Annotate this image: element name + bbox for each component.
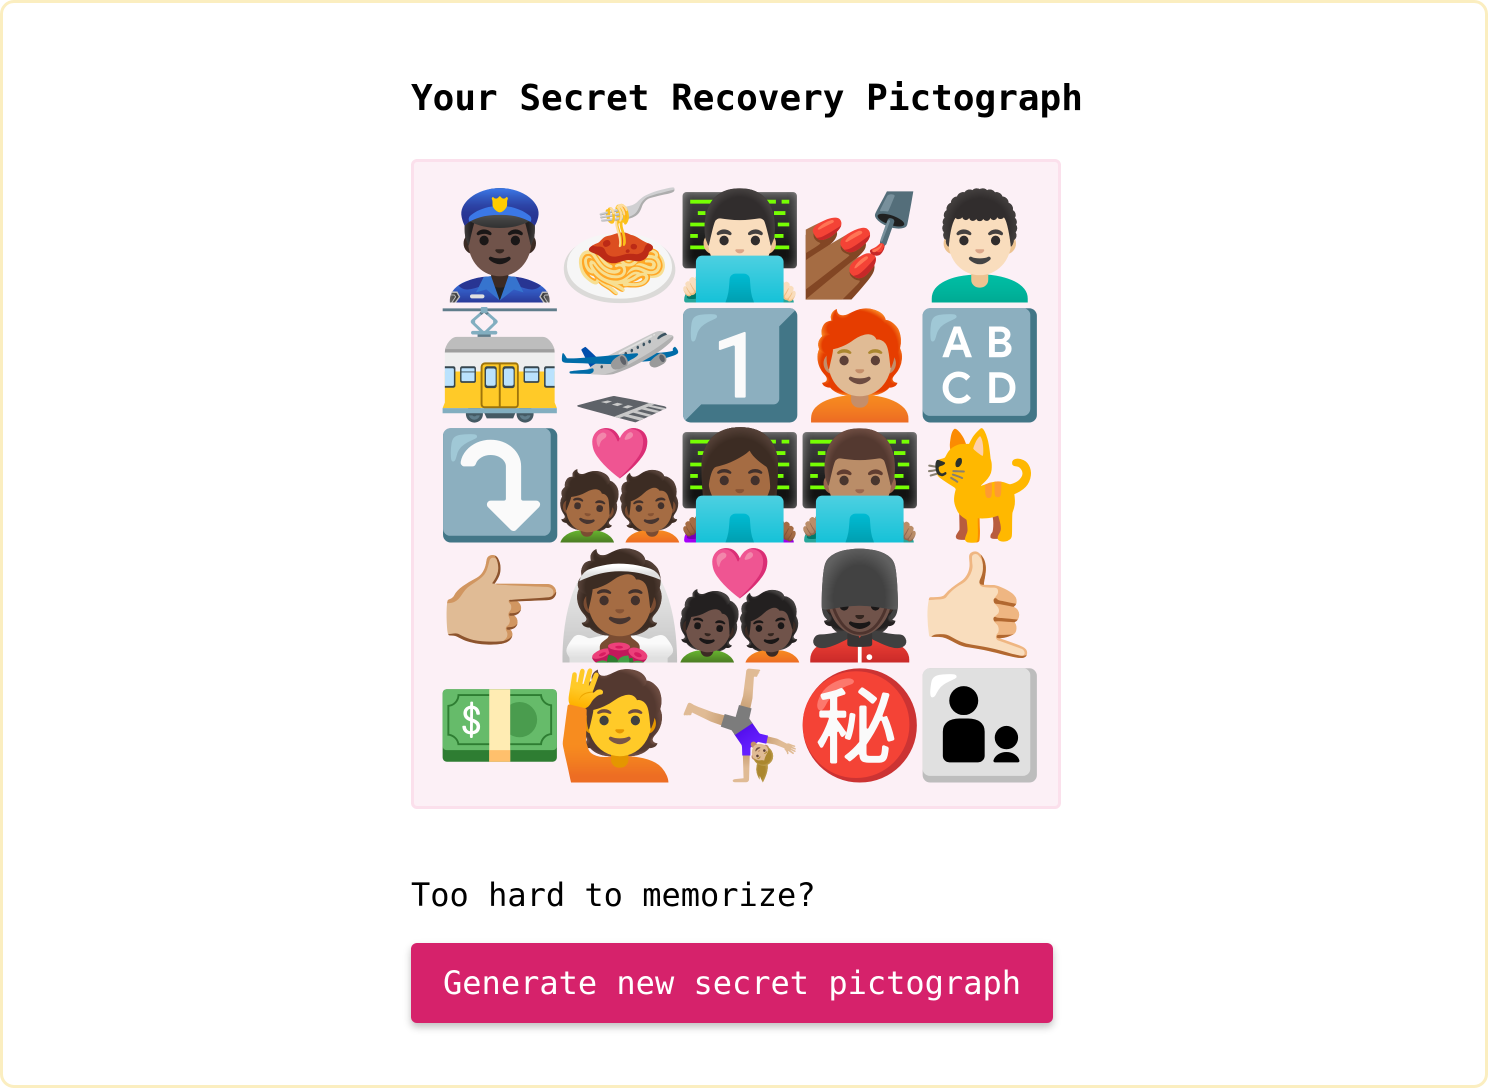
generate-pictograph-button[interactable]: Generate new secret pictograph [411,943,1053,1023]
spaghetti-icon: 🍝 [555,184,685,306]
page-title: Your Secret Recovery Pictograph [411,78,1083,119]
person-raising-hand-icon: 🙋 [555,664,685,786]
woman-technologist-icon: 👩🏾‍💻 [675,424,805,546]
abcd-input-icon: 🔠 [915,304,1045,426]
secret-ideograph-icon: ㊙️ [795,664,925,786]
police-officer-icon: 👮🏿‍♂️ [435,184,565,306]
memorize-prompt: Too hard to memorize? [411,876,816,914]
tram-car-icon: 🚋 [435,304,565,426]
man-technologist-icon: 👨🏽‍💻 [795,424,925,546]
airplane-departure-icon: 🛫 [555,304,685,426]
guard-icon: 💂🏿 [795,544,925,666]
couple-with-heart-mixed-icon: 💑🏿 [675,544,805,666]
technologist-icon: 👨🏻‍💻 [675,184,805,306]
man-with-mustache-icon: 👨🏻‍🦱 [915,184,1045,306]
person-red-hair-icon: 🧑🏼‍🦰 [795,304,925,426]
pictograph-grid: 👮🏿‍♂️ 🍝 👨🏻‍💻 💅🏾 👨🏻‍🦱 🚋 🛫 1️⃣ 🧑🏼‍🦰 🔠 ⤵️ 💑🏾 👩🏾‍💻 👨🏽‍💻 🐈 👉… [435,184,1045,786]
keycap-one-icon: 1️⃣ [675,304,805,426]
nail-polish-icon: 💅🏾 [795,184,925,306]
bride-with-veil-icon: 👰🏾 [555,544,685,666]
secret-pictograph: 👮🏿‍♂️ 🍝 👨🏻‍💻 💅🏾 👨🏻‍🦱 🚋 🛫 1️⃣ 🧑🏼‍🦰 🔠 ⤵️ 💑🏾 👩🏾‍💻 👨🏽‍💻 🐈 👉… [411,159,1061,809]
arrow-curving-down-icon: ⤵️ [435,424,565,546]
page-frame: Your Secret Recovery Pictograph 👮🏿‍♂️ 🍝 👨🏻… [0,0,1488,1088]
couple-with-heart-icon: 💑🏾 [555,424,685,546]
man-and-boy-icon: 👨‍👦 [915,664,1045,786]
cartwheel-icon: 🤸🏼‍♀️ [675,664,805,786]
main-content: Your Secret Recovery Pictograph 👮🏿‍♂️ 🍝 👨🏻… [411,75,1111,1023]
cat-icon: 🐈 [915,424,1045,546]
call-me-hand-icon: 🤙🏻 [915,544,1045,666]
pointing-right-icon: 👉🏼 [435,544,565,666]
dollar-banknote-icon: 💵 [435,664,565,786]
